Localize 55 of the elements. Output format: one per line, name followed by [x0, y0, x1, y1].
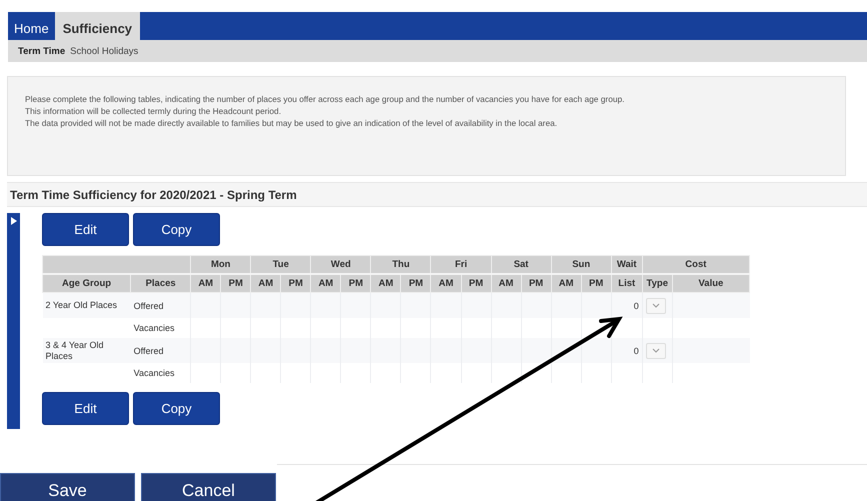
column-header: Places	[130, 274, 191, 292]
column-header: PM	[340, 274, 371, 292]
column-group-header: Sun	[551, 256, 612, 274]
form-button[interactable]: Cancel	[141, 473, 276, 501]
action-button[interactable]: Copy	[133, 213, 220, 246]
column-group-header: Mon	[190, 256, 251, 274]
table-cell: 3 & 4 Year Old Places	[46, 340, 104, 360]
column-header: AM	[551, 274, 582, 292]
table-cell: 0	[634, 300, 639, 310]
column-group-header: Fri	[430, 256, 492, 274]
nav-tab[interactable]: Home	[8, 12, 55, 40]
column-header: AM	[491, 274, 522, 292]
info-text: This information will be collected termly during the Headcount period.	[25, 105, 282, 117]
info-text: Please complete the following tables, indicating the number of places you offer across each age group and the number of vacancies you have for each age group.	[25, 93, 626, 105]
column-header: PM	[521, 274, 552, 292]
action-button[interactable]: Edit	[42, 392, 129, 425]
column-header: AM	[430, 274, 461, 292]
column-group-header: Wed	[310, 256, 371, 274]
column-header: Type	[642, 274, 672, 292]
column-header: PM	[280, 274, 311, 292]
type-dropdown[interactable]	[646, 342, 666, 358]
column-header: Value	[672, 274, 750, 292]
column-header: Age Group	[42, 274, 131, 292]
nav-tab[interactable]: Sufficiency	[54, 12, 140, 40]
column-header: PM	[220, 274, 251, 292]
column-group-header: Wait	[611, 256, 642, 274]
column-header: AM	[190, 274, 221, 292]
table-cell: Vacancies	[134, 323, 174, 333]
column-header: PM	[400, 274, 431, 292]
column-group-header: Cost	[642, 256, 750, 274]
column-header: List	[611, 274, 642, 292]
info-text: The data provided will not be made directly available to families but may be used to give an indication of the level of availability in the local area.	[25, 117, 558, 129]
table-cell: Offered	[134, 300, 164, 310]
expand-icon	[10, 217, 16, 225]
column-group-header: Thu	[370, 256, 431, 274]
type-dropdown[interactable]	[646, 298, 666, 314]
table-cell: 0	[634, 346, 639, 356]
subnav-tab[interactable]: School Holidays	[70, 46, 138, 56]
column-header: PM	[581, 274, 612, 292]
column-header: AM	[250, 274, 281, 292]
table-cell: Vacancies	[134, 368, 174, 378]
column-group-header: Sat	[491, 256, 552, 274]
table-cell: 2 Year Old Places	[46, 300, 118, 310]
form-button[interactable]: Save	[0, 473, 135, 501]
action-button[interactable]: Edit	[42, 213, 129, 246]
table-cell: Offered	[134, 346, 164, 356]
column-header: PM	[461, 274, 492, 292]
column-group-header: Tue	[250, 256, 311, 274]
action-button[interactable]: Copy	[133, 392, 220, 425]
subnav-tab[interactable]: Term Time	[18, 46, 66, 56]
column-header: AM	[310, 274, 341, 292]
chevron-down-icon	[652, 303, 660, 308]
section-title: Term Time Sufficiency for 2020/2021 - Spring Term	[10, 188, 297, 202]
chevron-down-icon	[652, 348, 660, 353]
column-header: AM	[370, 274, 401, 292]
